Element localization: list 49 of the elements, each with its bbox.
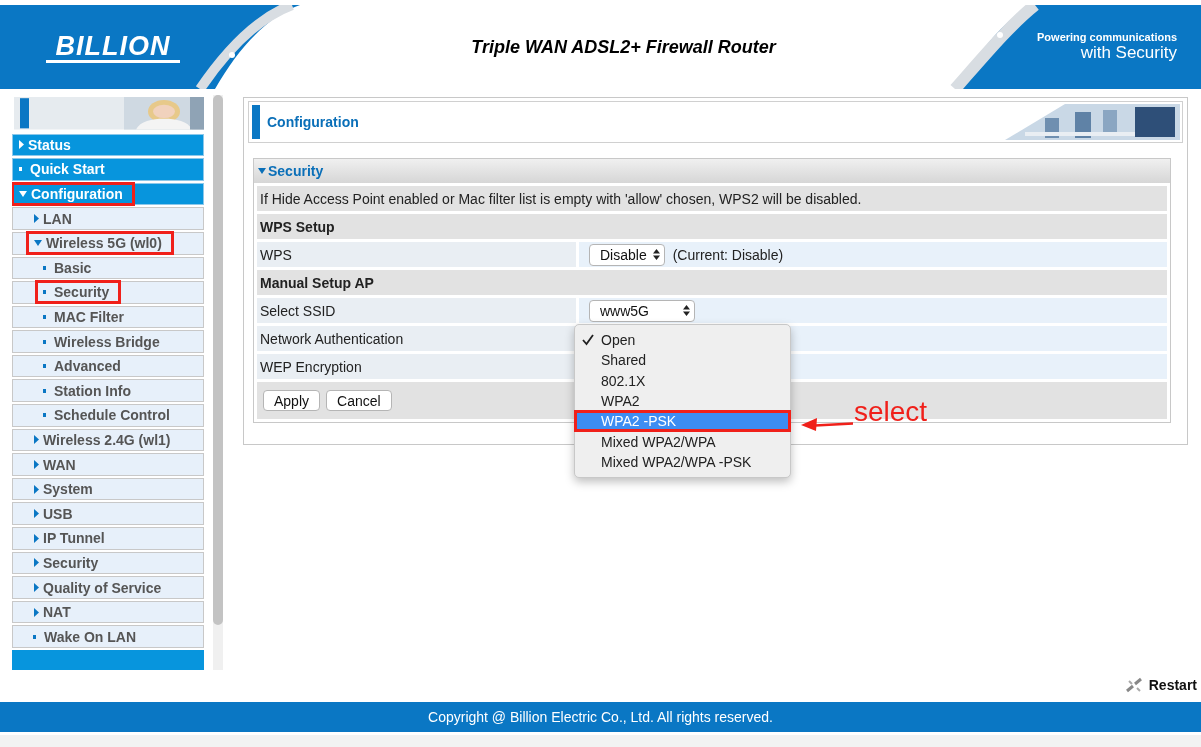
menu-item[interactable]: LAN — [12, 207, 204, 230]
menu-option[interactable]: Mixed WPA2/WPA -PSK — [575, 451, 790, 473]
menu-item[interactable]: System — [12, 477, 204, 501]
form-button[interactable]: Apply — [263, 390, 321, 411]
field-label: Network Authentication — [257, 326, 576, 351]
field-label: WEP Encryption — [257, 354, 576, 379]
select-field[interactable]: www5G — [589, 299, 695, 322]
menu-option[interactable]: 802.1X — [575, 370, 790, 391]
menu-item[interactable]: WAN — [12, 453, 204, 476]
menu-item[interactable]: Security — [12, 281, 204, 304]
menu-item[interactable]: MAC Filter — [12, 305, 204, 329]
menu-option[interactable]: Shared — [575, 350, 790, 371]
menu-item[interactable]: Wireless 2.4G (wl1) — [12, 428, 204, 452]
annotation-text: select — [854, 396, 928, 428]
menu-item[interactable]: Wireless 5G (wl0) — [12, 231, 204, 255]
form-button[interactable]: Cancel — [326, 390, 392, 411]
menu-item[interactable]: Quality of Service — [12, 576, 204, 599]
section-header[interactable]: Security — [254, 159, 1170, 183]
group-heading: WPS Setup — [257, 214, 1167, 239]
select-field[interactable]: Disable — [589, 243, 665, 266]
menu-item[interactable]: IP Tunnel — [12, 527, 204, 550]
info-note: If Hide Access Point enabled or Mac filter list is empty with 'allow' chosen, WPS2 will be disabled. — [257, 186, 1167, 211]
tagline: with Security — [1080, 43, 1177, 63]
menu-option[interactable]: WPA2 — [575, 390, 790, 412]
copyright-footer: Copyright @ Billion Electric Co., Ltd. All rights reserved. — [0, 702, 1201, 732]
menu-item[interactable]: Wireless Bridge — [12, 330, 204, 353]
menu-item[interactable]: Station Info — [12, 379, 204, 403]
menu-item[interactable]: Status — [12, 133, 204, 157]
menu-item[interactable]: Quick Start — [12, 158, 204, 181]
menu-item[interactable]: Wake On LAN — [12, 625, 204, 648]
menu-item[interactable]: Schedule Control — [12, 404, 204, 427]
field-label: WPS — [257, 242, 576, 267]
tagline: Powering communications — [1037, 31, 1177, 43]
restart-link[interactable]: Restart — [1148, 677, 1197, 693]
group-heading: Manual Setup AP — [257, 270, 1167, 295]
page-header-title: Triple WAN ADSL2+ Firewall Router — [470, 36, 778, 58]
menu-item[interactable]: Security — [12, 551, 204, 575]
menu-option[interactable]: Open — [575, 330, 790, 351]
menu-item[interactable]: Basic — [12, 256, 204, 280]
menu-item[interactable]: NAT — [12, 600, 204, 624]
current-value: (Current: Disable) — [672, 246, 784, 263]
menu-item[interactable]: Configuration — [12, 182, 204, 206]
logo: BILLION — [46, 31, 180, 63]
panel-title: Configuration — [267, 114, 360, 130]
menu-item[interactable]: Advanced — [12, 354, 204, 378]
field-label: Select SSID — [257, 298, 576, 323]
menu-option[interactable]: Mixed WPA2/WPA — [575, 431, 790, 452]
menu-option[interactable]: WPA2 -PSK — [575, 411, 790, 432]
menu-item[interactable]: USB — [12, 502, 204, 526]
